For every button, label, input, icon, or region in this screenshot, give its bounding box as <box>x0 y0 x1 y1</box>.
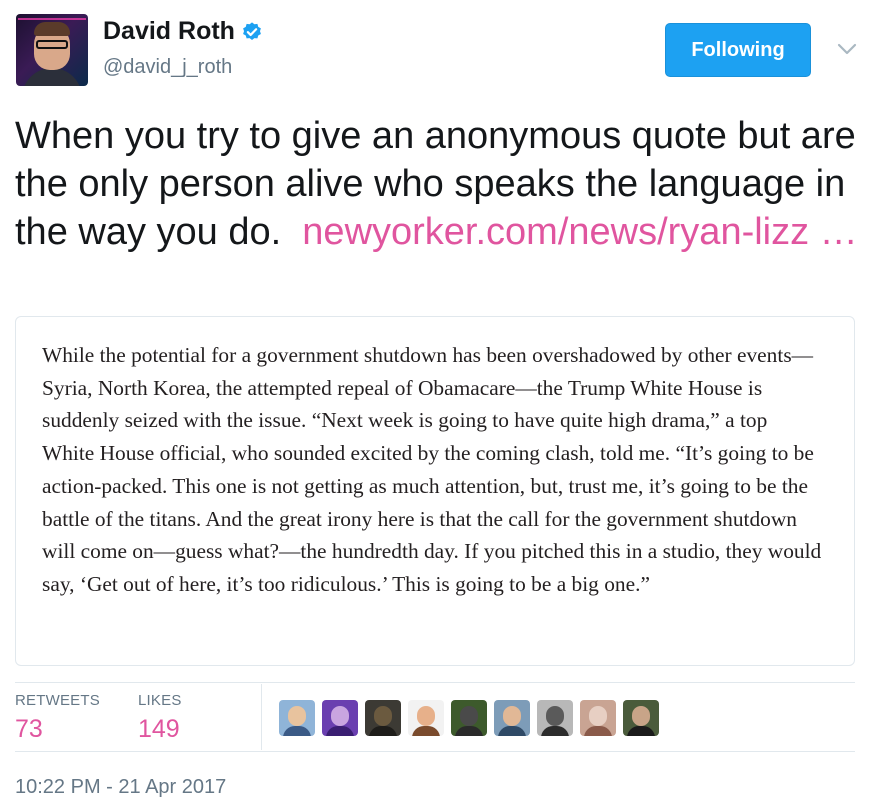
avatar-face <box>460 706 478 726</box>
attached-image-text: While the potential for a government shu… <box>42 343 822 596</box>
user-avatar-icon[interactable] <box>623 700 659 736</box>
following-button[interactable]: Following <box>665 23 811 77</box>
author-name[interactable]: David Roth <box>103 17 235 46</box>
avatar-body <box>22 68 82 86</box>
avatar-body <box>455 726 483 736</box>
author-name-row[interactable]: David Roth <box>103 17 263 46</box>
likes-label: LIKES <box>138 692 182 709</box>
avatar-face <box>546 706 564 726</box>
user-avatar-icon[interactable] <box>451 700 487 736</box>
verified-badge-icon <box>243 21 261 40</box>
divider <box>261 684 262 750</box>
retweets-label: RETWEETS <box>15 692 100 709</box>
likes-count: 149 <box>138 715 180 743</box>
avatar-face <box>288 706 306 726</box>
user-avatar-icon[interactable] <box>580 700 616 736</box>
avatar-face <box>417 706 435 726</box>
chevron-down-icon[interactable] <box>836 40 858 58</box>
avatar-body <box>326 726 354 736</box>
tweet-timestamp[interactable]: 10:22 PM - 21 Apr 2017 <box>15 776 226 799</box>
user-avatar-icon[interactable] <box>494 700 530 736</box>
avatar-body <box>541 726 569 736</box>
author-handle[interactable]: @david_j_roth <box>103 56 232 79</box>
divider <box>15 682 855 683</box>
avatar-background-light <box>18 18 86 20</box>
likes-stat[interactable]: LIKES 149 <box>138 692 182 744</box>
avatar-face <box>589 706 607 726</box>
avatar-body <box>498 726 526 736</box>
user-avatar-icon[interactable] <box>279 700 315 736</box>
avatar-face <box>632 706 650 726</box>
tweet-link[interactable]: newyorker.com/news/ryan-lizz … <box>302 211 857 253</box>
divider <box>15 751 855 752</box>
avatar-face <box>374 706 392 726</box>
avatar-face <box>331 706 349 726</box>
avatar-body <box>369 726 397 736</box>
retweets-stat[interactable]: RETWEETS 73 <box>15 692 100 744</box>
tweet-text: When you try to give an anonymous quote … <box>15 112 860 256</box>
avatar-body <box>412 726 440 736</box>
author-avatar[interactable] <box>16 14 88 86</box>
avatar-glasses <box>36 40 68 49</box>
user-avatar-icon[interactable] <box>322 700 358 736</box>
avatar-hair <box>34 22 70 36</box>
avatar-face <box>503 706 521 726</box>
avatar-body <box>283 726 311 736</box>
user-avatar-icon[interactable] <box>537 700 573 736</box>
avatar-body <box>627 726 655 736</box>
user-avatar-icon[interactable] <box>365 700 401 736</box>
retweets-count: 73 <box>15 715 43 743</box>
attached-image[interactable]: While the potential for a government shu… <box>15 316 855 666</box>
liker-avatars <box>279 700 659 736</box>
avatar-body <box>584 726 612 736</box>
user-avatar-icon[interactable] <box>408 700 444 736</box>
